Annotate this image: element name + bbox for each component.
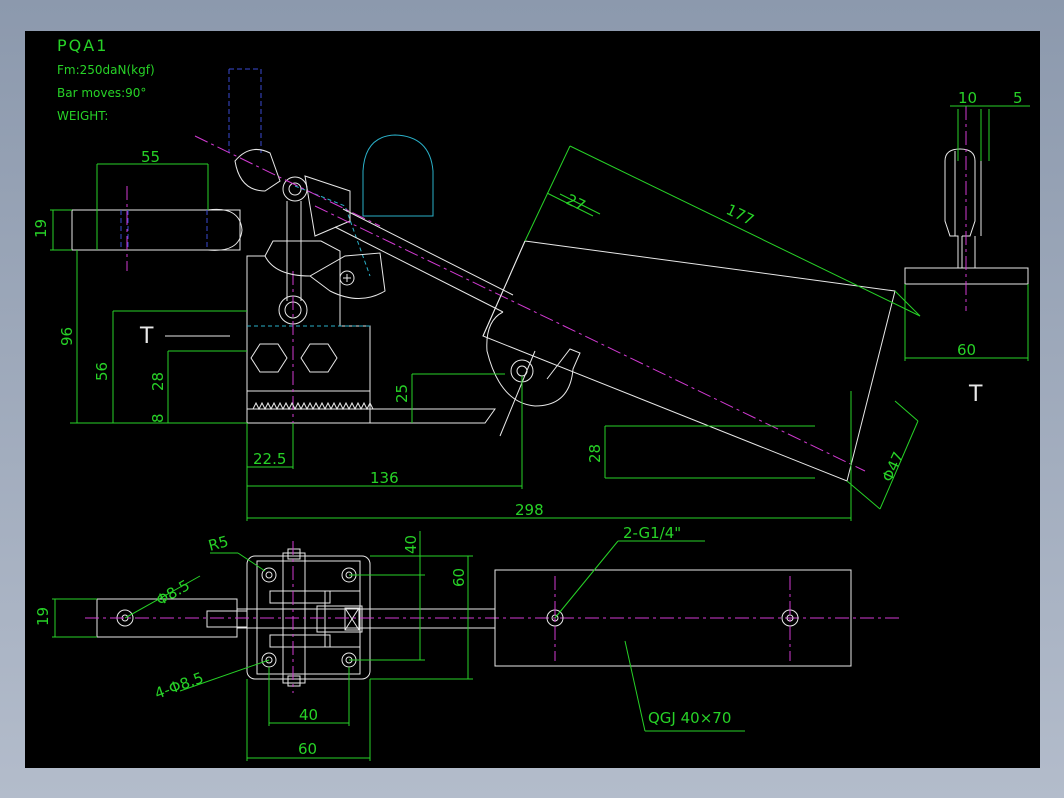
dim-22-5: 22.5 xyxy=(253,450,286,468)
plan-dim-60-top: 60 xyxy=(450,568,468,587)
plan-dim-40-bottom: 40 xyxy=(299,706,318,724)
dim-136: 136 xyxy=(370,469,399,487)
port-callout: 2-G1/4" xyxy=(623,524,681,542)
dim-96: 96 xyxy=(58,327,76,346)
dim-10: 10 xyxy=(958,89,977,107)
dim-56: 56 xyxy=(93,362,111,381)
force-label: Fm:250daN(kgf) xyxy=(57,63,155,77)
dim-19: 19 xyxy=(32,219,50,238)
weight-label: WEIGHT: xyxy=(57,109,108,123)
end-section-mark-t: T xyxy=(968,382,983,407)
bar-moves-label: Bar moves:90° xyxy=(57,86,146,100)
end-view: 10 5 60 T xyxy=(904,89,1030,407)
plan-view: 19 Φ8.5 R5 4-Φ8.5 2-G1/4" QGJ 40×70 40 6… xyxy=(34,524,900,761)
cad-viewport[interactable]: PQA1 Fm:250daN(kgf) Bar moves:90° WEIGHT… xyxy=(25,31,1040,768)
r5-label: R5 xyxy=(206,532,230,555)
linkage xyxy=(194,135,386,301)
spindle-swung xyxy=(228,68,262,153)
end-dim-60: 60 xyxy=(957,341,976,359)
model-label: PQA1 xyxy=(57,36,108,55)
dim-25: 25 xyxy=(393,384,411,403)
plan-dim-19: 19 xyxy=(34,607,52,626)
side-dimensions: 55 19 96 56 28 8 25 28 22.5 136 298 27 1… xyxy=(32,145,921,521)
dim-177: 177 xyxy=(723,200,757,229)
section-mark-t: T xyxy=(139,324,154,349)
dim-8: 8 xyxy=(149,413,167,423)
cylinder-callout: QGJ 40×70 xyxy=(648,709,731,727)
holes-4x-label: 4-Φ8.5 xyxy=(152,669,206,703)
dim-28-right: 28 xyxy=(586,444,604,463)
phi8-5-label: Φ8.5 xyxy=(153,576,193,609)
side-view: 55 19 96 56 28 8 25 28 22.5 136 298 27 1… xyxy=(32,68,921,521)
dim-55: 55 xyxy=(141,148,160,166)
dim-298: 298 xyxy=(515,501,544,519)
clamp-body xyxy=(246,240,496,424)
plan-dim-40-top: 40 xyxy=(402,535,420,554)
dim-5: 5 xyxy=(1013,89,1023,107)
cad-drawing: PQA1 Fm:250daN(kgf) Bar moves:90° WEIGHT… xyxy=(32,36,1030,761)
plan-dim-60-bottom: 60 xyxy=(298,740,317,758)
dim-28: 28 xyxy=(149,372,167,391)
